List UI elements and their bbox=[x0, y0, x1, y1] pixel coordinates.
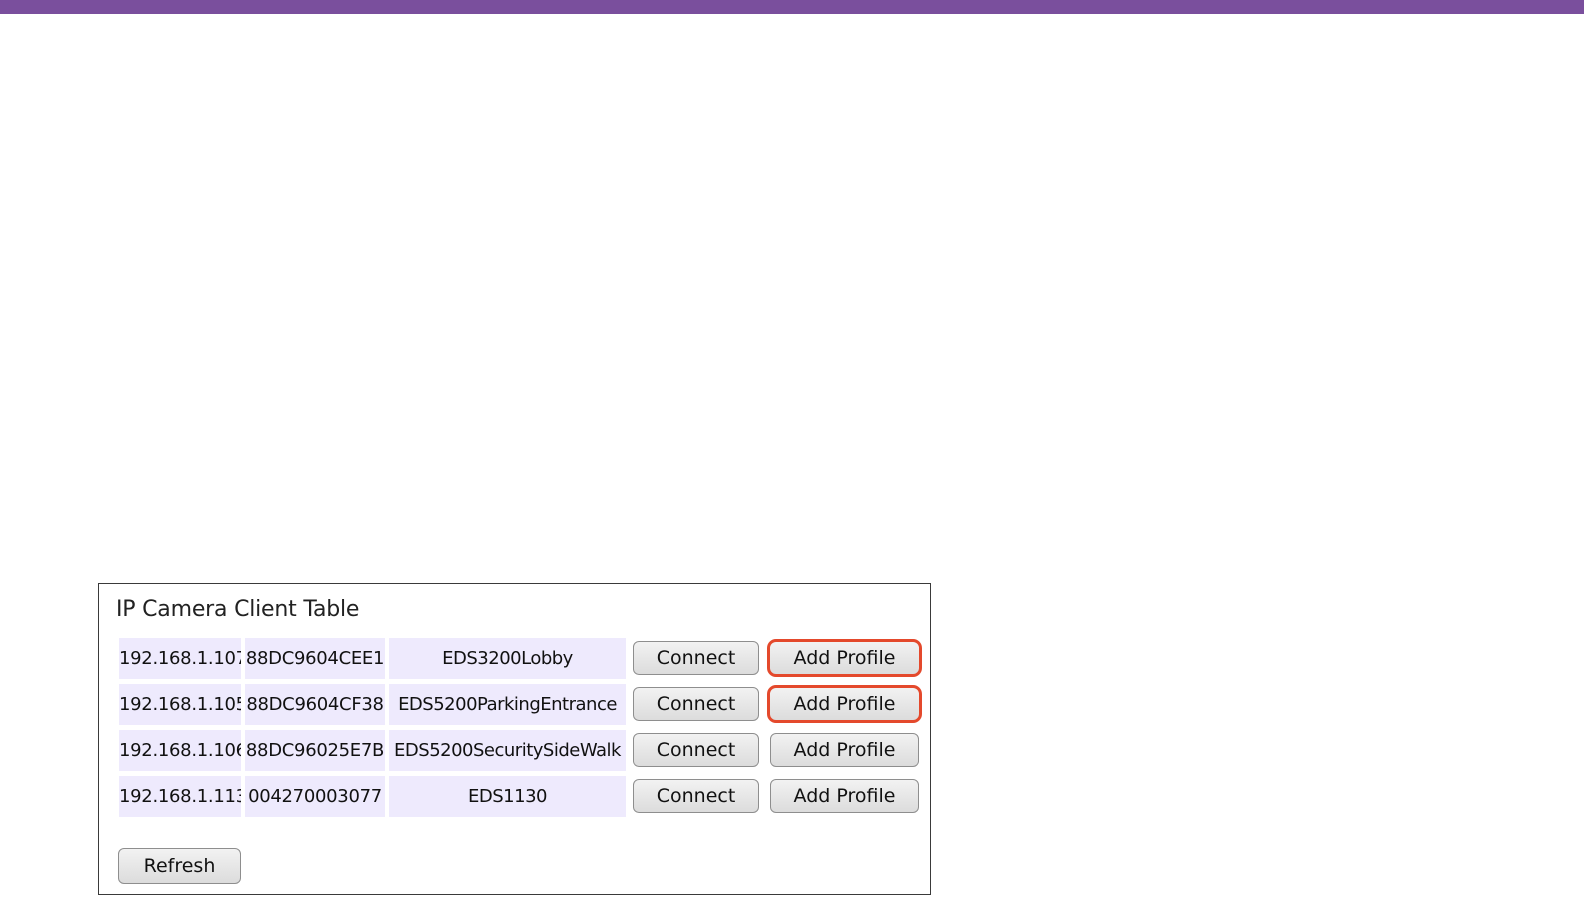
mac-address-cell: 004270003077 bbox=[245, 776, 385, 817]
ip-address-cell: 192.168.1.105 bbox=[119, 684, 241, 725]
camera-name-cell: EDS5200ParkingEntrance bbox=[389, 684, 626, 725]
table-row: 192.168.1.106 88DC96025E7B EDS5200Securi… bbox=[119, 730, 924, 771]
ip-camera-client-table-panel: IP Camera Client Table 192.168.1.107 88D… bbox=[98, 583, 931, 895]
connect-button[interactable]: Connect bbox=[633, 641, 759, 675]
mac-address-cell: 88DC9604CEE1 bbox=[245, 638, 385, 679]
table-row: 192.168.1.113 004270003077 EDS1130 Conne… bbox=[119, 776, 924, 817]
camera-name-cell: EDS1130 bbox=[389, 776, 626, 817]
ip-address-cell: 192.168.1.113 bbox=[119, 776, 241, 817]
refresh-button[interactable]: Refresh bbox=[118, 848, 241, 884]
camera-name-cell: EDS3200Lobby bbox=[389, 638, 626, 679]
mac-address-cell: 88DC96025E7B bbox=[245, 730, 385, 771]
ip-address-cell: 192.168.1.107 bbox=[119, 638, 241, 679]
add-profile-button[interactable]: Add Profile bbox=[770, 779, 919, 813]
camera-name-cell: EDS5200SecuritySideWalk bbox=[389, 730, 626, 771]
ip-address-cell: 192.168.1.106 bbox=[119, 730, 241, 771]
panel-title: IP Camera Client Table bbox=[116, 597, 360, 622]
add-profile-button[interactable]: Add Profile bbox=[767, 639, 922, 677]
connect-button[interactable]: Connect bbox=[633, 687, 759, 721]
table-row: 192.168.1.107 88DC9604CEE1 EDS3200Lobby … bbox=[119, 638, 924, 679]
add-profile-button[interactable]: Add Profile bbox=[770, 733, 919, 767]
add-profile-button[interactable]: Add Profile bbox=[767, 685, 922, 723]
mac-address-cell: 88DC9604CF38 bbox=[245, 684, 385, 725]
table-row: 192.168.1.105 88DC9604CF38 EDS5200Parkin… bbox=[119, 684, 924, 725]
top-banner bbox=[0, 0, 1584, 14]
connect-button[interactable]: Connect bbox=[633, 733, 759, 767]
connect-button[interactable]: Connect bbox=[633, 779, 759, 813]
